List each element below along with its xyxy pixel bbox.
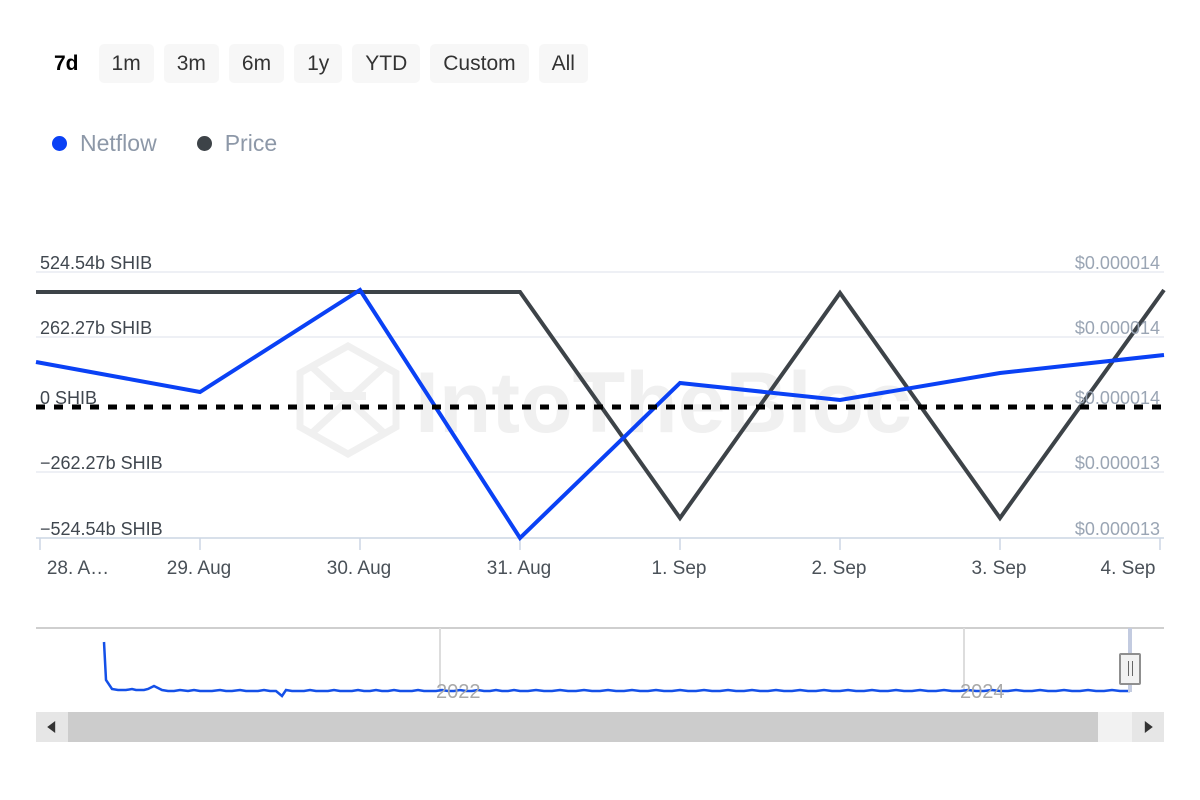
range-button-ytd[interactable]: YTD [352,44,420,83]
y-axis-label-3: −262.27b SHIB [40,454,163,472]
legend-dot-netflow-icon [52,136,67,151]
y-axis-label-4: −524.54b SHIB [40,520,163,538]
chart-navigator[interactable]: 2022 2024 [36,620,1164,700]
legend-label-price: Price [225,132,277,155]
scrollbar-left-button[interactable] [36,712,68,742]
x-axis-tick-2: 30. Aug [327,558,391,580]
series-line-netflow [36,290,1164,538]
y2-axis-label-1: $0.000014 [1075,319,1160,337]
series-line-price [36,290,1164,518]
navigator-right-handle[interactable] [1119,653,1141,685]
x-axis-tick-5: 2. Sep [812,558,867,580]
range-button-1y[interactable]: 1y [294,44,342,83]
range-button-6m[interactable]: 6m [229,44,284,83]
navigator-year-2024: 2024 [960,682,1005,702]
legend-dot-price-icon [197,136,212,151]
legend-item-price[interactable]: Price [197,132,277,155]
range-button-3m[interactable]: 3m [164,44,219,83]
x-axis-ticks [40,538,1160,550]
y2-axis-label-2: $0.000014 [1075,389,1160,407]
legend-item-netflow[interactable]: Netflow [52,132,157,155]
scrollbar-thumb[interactable] [68,712,1098,742]
range-button-all[interactable]: All [539,44,588,83]
navigator-year-2022: 2022 [436,682,481,702]
range-selector: 7d 1m 3m 6m 1y YTD Custom All [44,44,588,83]
y-axis-label-2: 0 SHIB [40,389,97,407]
range-button-custom[interactable]: Custom [430,44,528,83]
chart-scrollbar[interactable] [36,712,1164,742]
x-axis-tick-4: 1. Sep [652,558,707,580]
x-axis-tick-3: 31. Aug [487,558,551,580]
y2-axis-label-3: $0.000013 [1075,454,1160,472]
chart-legend: Netflow Price [52,132,277,155]
legend-label-netflow: Netflow [80,132,157,155]
scrollbar-right-button[interactable] [1132,712,1164,742]
x-axis-tick-0: 28. A… [47,558,109,580]
chart-plot-area[interactable]: IntoTheBlock 524.54b SHIB 262.27b SHIB 0… [0,230,1200,560]
y2-axis-label-0: $0.000014 [1075,254,1160,272]
x-axis-tick-6: 3. Sep [972,558,1027,580]
range-button-1m[interactable]: 1m [99,44,154,83]
y2-axis-label-4: $0.000013 [1075,520,1160,538]
range-button-7d[interactable]: 7d [44,44,89,83]
chevron-left-icon [47,721,55,733]
chevron-right-icon [1145,721,1153,733]
chart-lines [0,230,1200,560]
x-axis-tick-7: 4. Sep [1101,558,1156,580]
x-axis-tick-1: 29. Aug [167,558,231,580]
y-axis-label-0: 524.54b SHIB [40,254,152,272]
y-axis-label-1: 262.27b SHIB [40,319,152,337]
